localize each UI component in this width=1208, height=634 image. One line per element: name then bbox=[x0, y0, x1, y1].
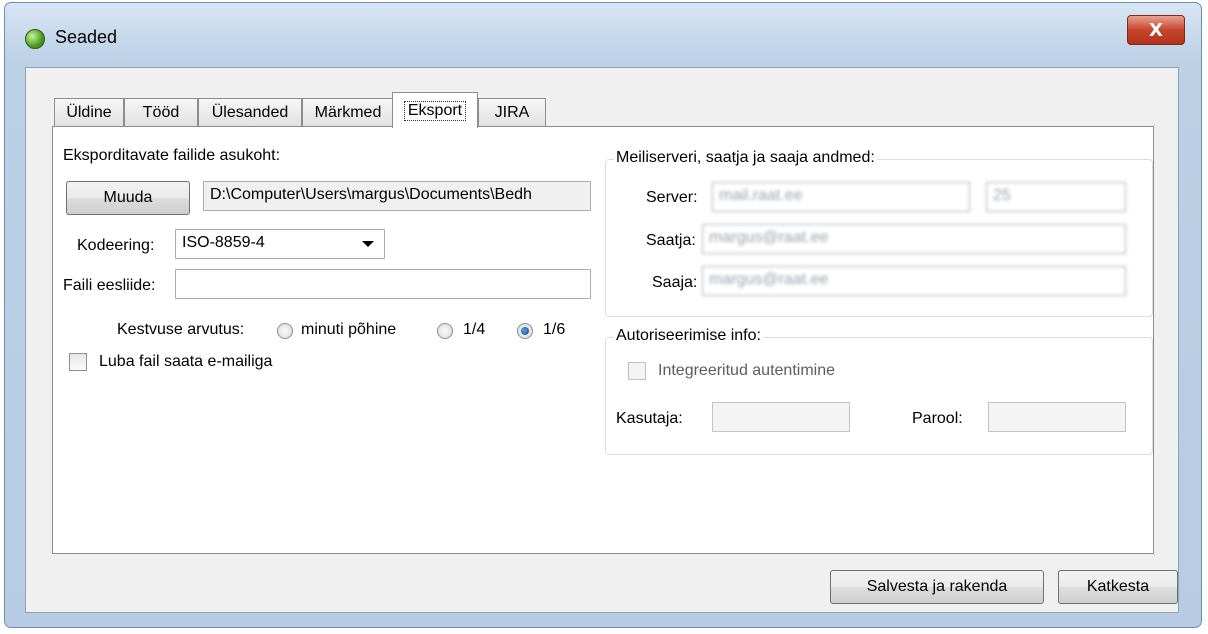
user-input[interactable] bbox=[712, 402, 850, 432]
auth-settings-group: Autoriseerimise info: Integreeritud aute… bbox=[605, 327, 1153, 455]
tab-eksport[interactable]: Eksport bbox=[392, 92, 478, 128]
password-label: Parool: bbox=[912, 410, 963, 427]
title-bar[interactable]: Seaded X bbox=[5, 3, 1201, 67]
server-input[interactable]: mail.raat.ee bbox=[712, 182, 970, 212]
auth-group-title: Autoriseerimise info: bbox=[614, 327, 763, 345]
tab-ulesanded[interactable]: Ülesanded bbox=[198, 98, 302, 126]
tab-markmed[interactable]: Märkmed bbox=[302, 98, 394, 126]
mail-settings-group: Meiliserveri, saatja ja saaja andmed: Se… bbox=[605, 149, 1153, 317]
chevron-down-icon bbox=[362, 241, 374, 247]
encoding-select[interactable]: ISO-8859-4 bbox=[175, 229, 385, 259]
app-orb-icon bbox=[25, 29, 45, 49]
radio-quarter-label: 1/4 bbox=[463, 321, 486, 338]
sender-label: Saatja: bbox=[646, 232, 696, 249]
settings-window: Seaded X Üldine Tööd Ülesanded Märkmed E… bbox=[4, 2, 1202, 628]
close-button[interactable]: X bbox=[1127, 15, 1185, 45]
user-label: Kasutaja: bbox=[616, 410, 683, 427]
receiver-input[interactable]: margus@raat.ee bbox=[702, 266, 1126, 296]
radio-minute-based[interactable] bbox=[277, 323, 293, 339]
radio-sixth[interactable] bbox=[517, 323, 533, 339]
server-label: Server: bbox=[646, 189, 698, 206]
tab-jira[interactable]: JIRA bbox=[478, 98, 546, 126]
sender-input[interactable]: margus@raat.ee bbox=[702, 224, 1126, 254]
port-input[interactable]: 25 bbox=[986, 182, 1126, 212]
integrated-auth-checkbox[interactable] bbox=[628, 362, 646, 380]
export-location-label: Eksporditavate failide asukoht: bbox=[63, 147, 281, 164]
export-tab-panel: Eksporditavate failide asukoht: Muuda D:… bbox=[52, 126, 1154, 554]
receiver-label: Saaja: bbox=[652, 274, 698, 291]
email-export-checkbox[interactable] bbox=[69, 353, 87, 371]
radio-sixth-label: 1/6 bbox=[543, 321, 566, 338]
radio-quarter[interactable] bbox=[437, 323, 453, 339]
change-path-button[interactable]: Muuda bbox=[66, 181, 190, 215]
tab-tood[interactable]: Tööd bbox=[124, 98, 198, 126]
radio-minute-based-label: minuti põhine bbox=[301, 321, 397, 338]
window-title: Seaded bbox=[55, 27, 118, 47]
prefix-label: Faili eesliide: bbox=[63, 277, 156, 294]
email-export-label: Luba fail saata e-mailiga bbox=[99, 353, 273, 370]
password-input[interactable] bbox=[988, 402, 1126, 432]
tab-uldine[interactable]: Üldine bbox=[54, 98, 124, 126]
encoding-label: Kodeering: bbox=[77, 237, 155, 254]
cancel-button[interactable]: Katkesta bbox=[1058, 570, 1178, 604]
mail-group-title: Meiliserveri, saatja ja saaja andmed: bbox=[614, 149, 877, 167]
close-icon: X bbox=[1149, 19, 1163, 41]
export-path-field[interactable]: D:\Computer\Users\margus\Documents\Bedh bbox=[203, 181, 591, 211]
encoding-selected-value: ISO-8859-4 bbox=[182, 234, 265, 251]
prefix-input[interactable] bbox=[175, 269, 591, 299]
integrated-auth-label: Integreeritud autentimine bbox=[658, 362, 835, 379]
save-apply-button[interactable]: Salvesta ja rakenda bbox=[830, 570, 1044, 604]
dialog-client-area: Üldine Tööd Ülesanded Märkmed Eksport JI… bbox=[25, 67, 1179, 613]
duration-label: Kestvuse arvutus: bbox=[117, 321, 245, 338]
